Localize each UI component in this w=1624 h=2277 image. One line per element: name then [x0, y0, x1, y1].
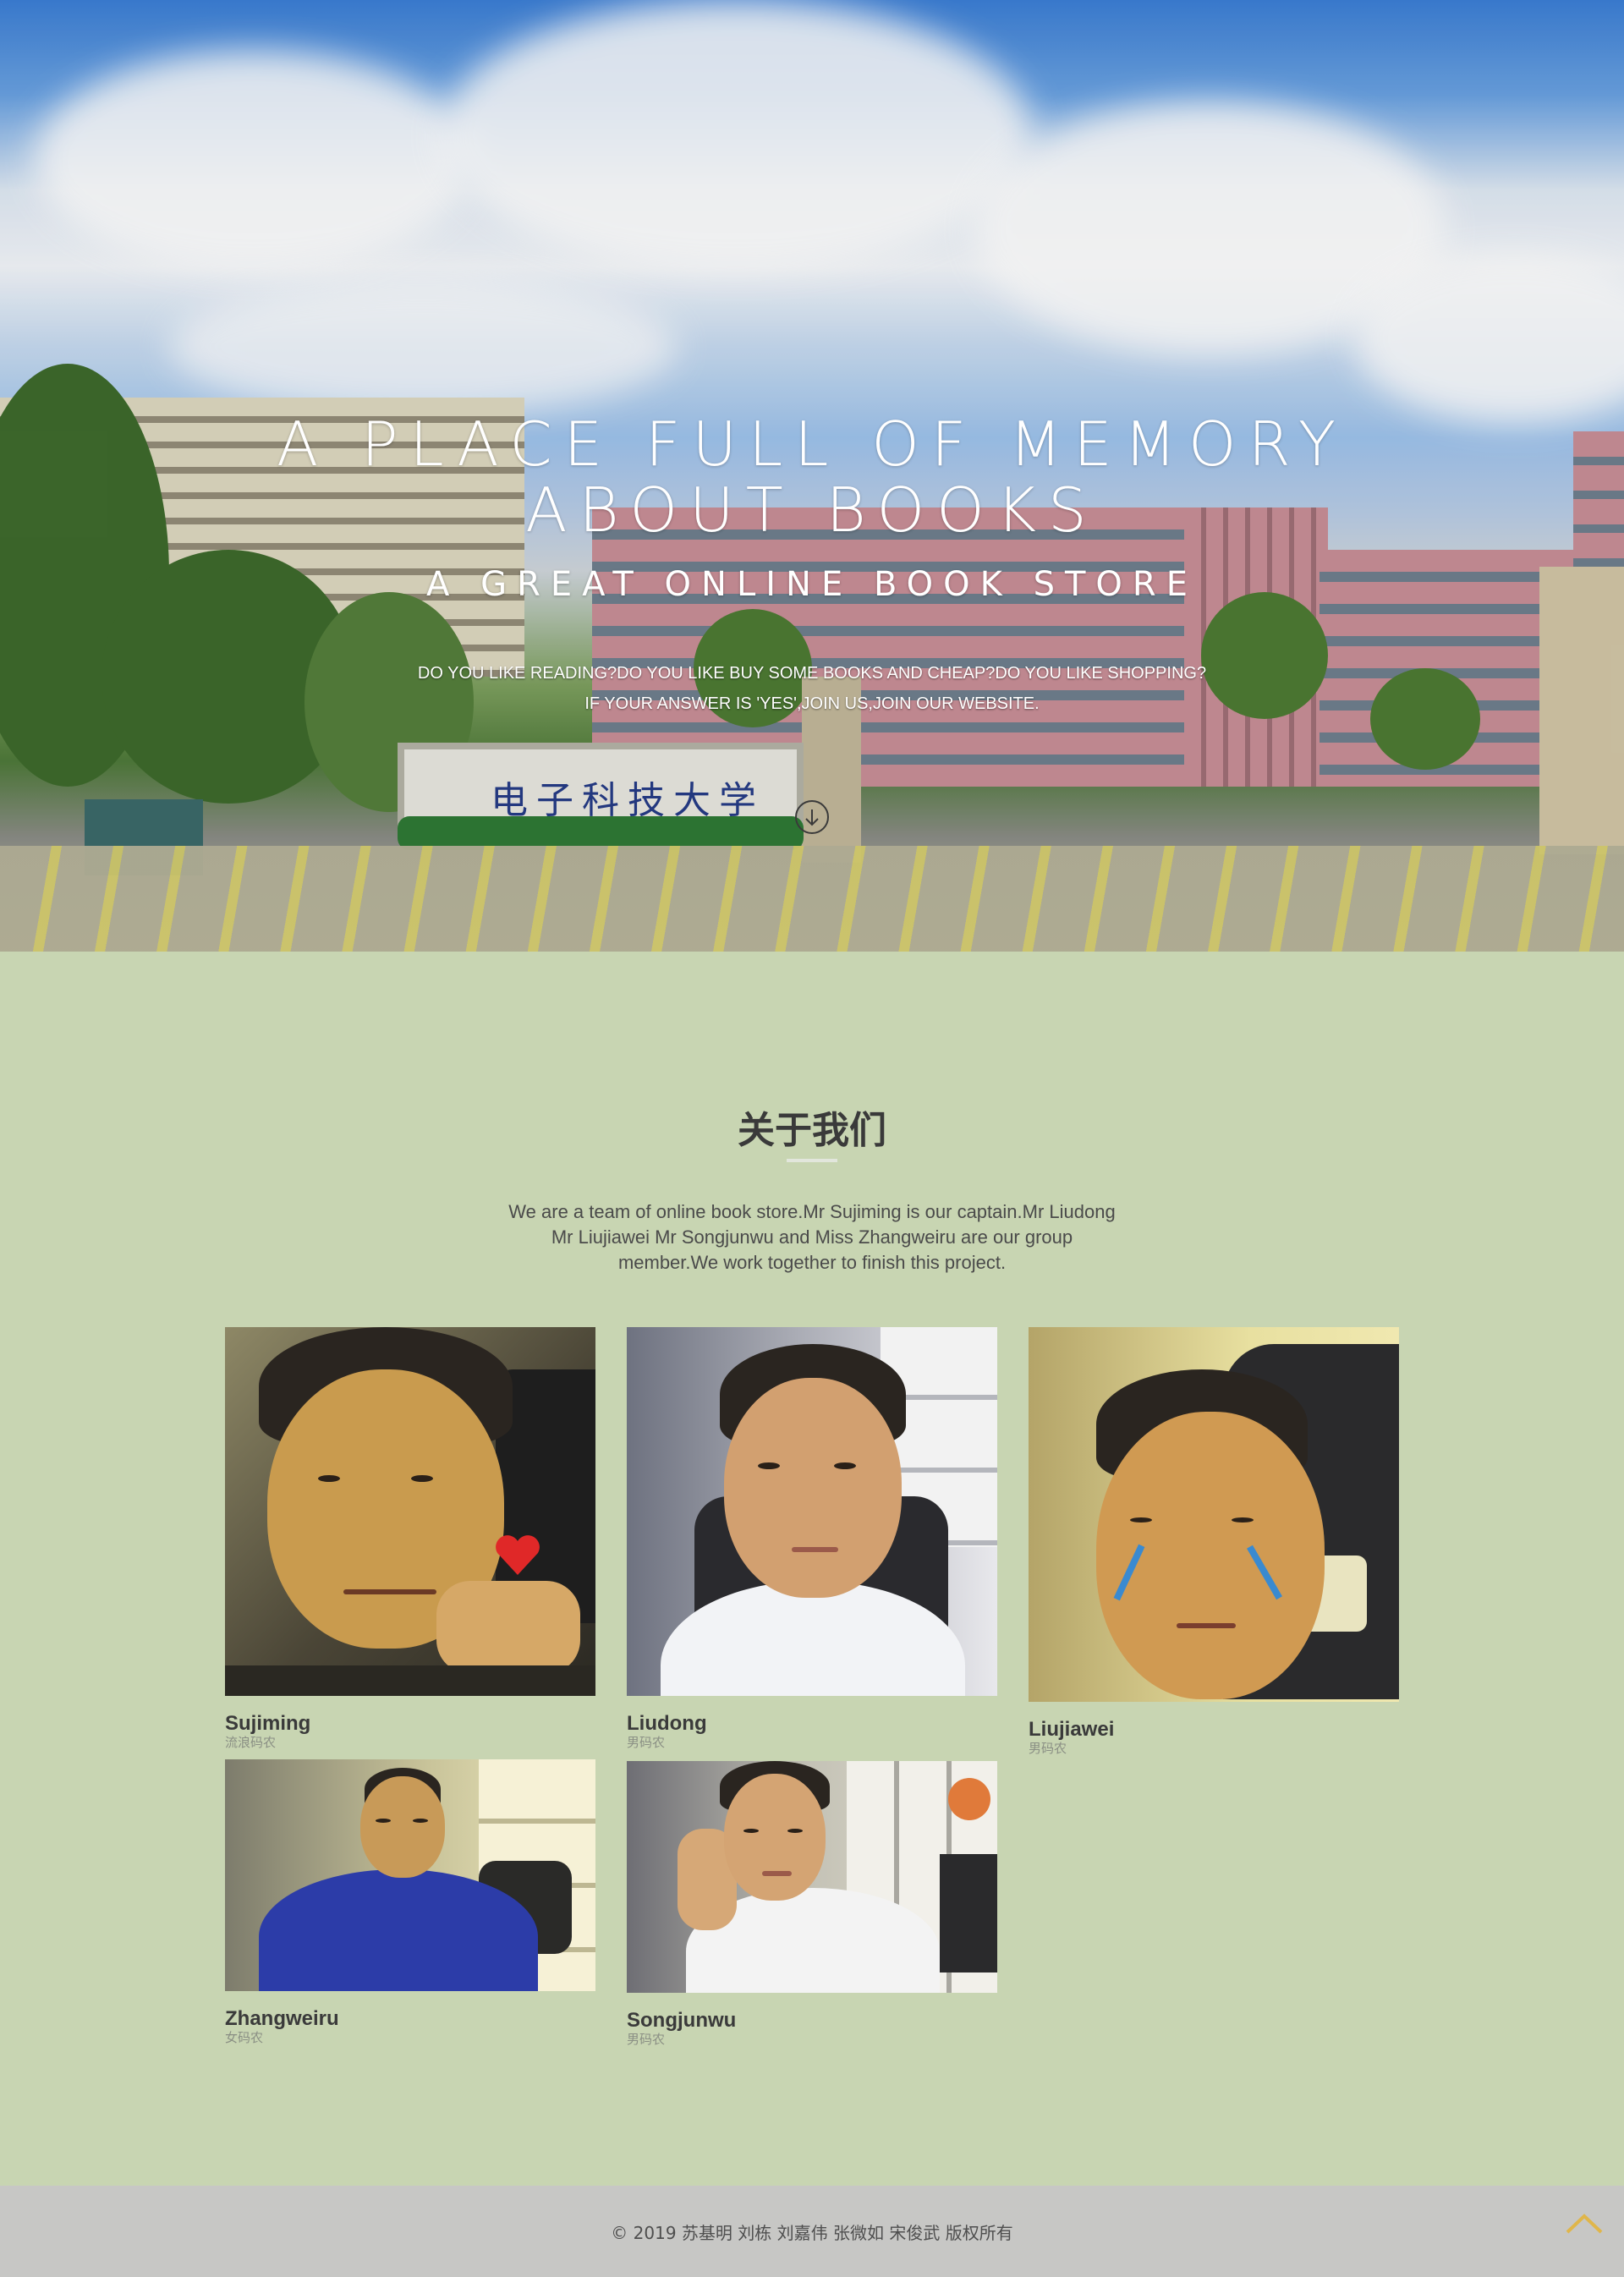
member-photo[interactable]	[627, 1327, 997, 1696]
heart-icon	[494, 1534, 541, 1577]
member-name: Sujiming	[225, 1712, 311, 1735]
member-photo[interactable]	[1029, 1327, 1399, 1702]
member-name: Liudong	[627, 1712, 707, 1735]
member-role: 男码农	[627, 1735, 666, 1750]
member-role: 男码农	[1029, 1741, 1067, 1756]
member-role: 男码农	[627, 2032, 666, 2047]
scroll-down-button[interactable]	[795, 800, 829, 834]
member-photo[interactable]	[627, 1761, 997, 1993]
chevron-up-icon	[1566, 2214, 1603, 2234]
member-photo[interactable]	[225, 1759, 595, 1991]
member-card-liujiawei: Liujiawei 男码农	[1029, 1327, 1399, 1756]
member-name: Zhangweiru	[225, 2007, 339, 2030]
about-text-line3: member.We work together to finish this p…	[617, 1252, 1007, 1273]
about-description: We are a team of online book store.Mr Su…	[508, 1199, 1116, 1276]
hero-subtitle: A GREAT ONLINE BOOK STORE	[426, 565, 1198, 604]
hero-banner: 电子科技大学 A PLACE FULL OF MEMORY ABOUT BOOK…	[0, 0, 1624, 952]
member-role: 女码农	[225, 2030, 264, 2045]
member-card-sujiming: Sujiming 流浪码农	[225, 1327, 595, 1750]
member-photo[interactable]	[225, 1327, 595, 1696]
hero-title-line2: ABOUT BOOKS	[525, 475, 1099, 546]
hero-desc-line2: IF YOUR ANSWER IS 'YES',JOIN US,JOIN OUR…	[584, 694, 1040, 713]
footer-copyright: © 2019 苏基明 刘栋 刘嘉伟 张微如 宋俊武 版权所有	[611, 2223, 1013, 2243]
about-text-line2: Mr Liujiawei Mr Songjunwu and Miss Zhang…	[551, 1226, 1073, 1248]
hero-title-line1: A PLACE FULL OF MEMORY	[277, 409, 1347, 480]
member-name: Songjunwu	[627, 2009, 737, 2032]
hero-title: A PLACE FULL OF MEMORY ABOUT BOOKS	[0, 411, 1624, 543]
member-name: Liujiawei	[1029, 1718, 1115, 1741]
about-text-line1: We are a team of online book store.Mr Su…	[508, 1201, 1116, 1222]
title-underline	[787, 1159, 837, 1162]
arrow-down-circle-icon	[805, 809, 819, 826]
member-card-liudong: Liudong 男码农	[627, 1327, 997, 1750]
hero-desc-line1: DO YOU LIKE READING?DO YOU LIKE BUY SOME…	[417, 664, 1207, 683]
member-card-songjunwu: Songjunwu 男码农	[627, 1761, 997, 2047]
back-to-top-button[interactable]	[1565, 2211, 1604, 2235]
member-role: 流浪码农	[225, 1735, 277, 1750]
footer: © 2019 苏基明 刘栋 刘嘉伟 张微如 宋俊武 版权所有	[0, 2186, 1624, 2277]
about-title: 关于我们	[738, 1109, 886, 1152]
hero-description: DO YOU LIKE READING?DO YOU LIKE BUY SOME…	[0, 658, 1624, 719]
member-card-zhangweiru: Zhangweiru 女码农	[225, 1759, 595, 2045]
